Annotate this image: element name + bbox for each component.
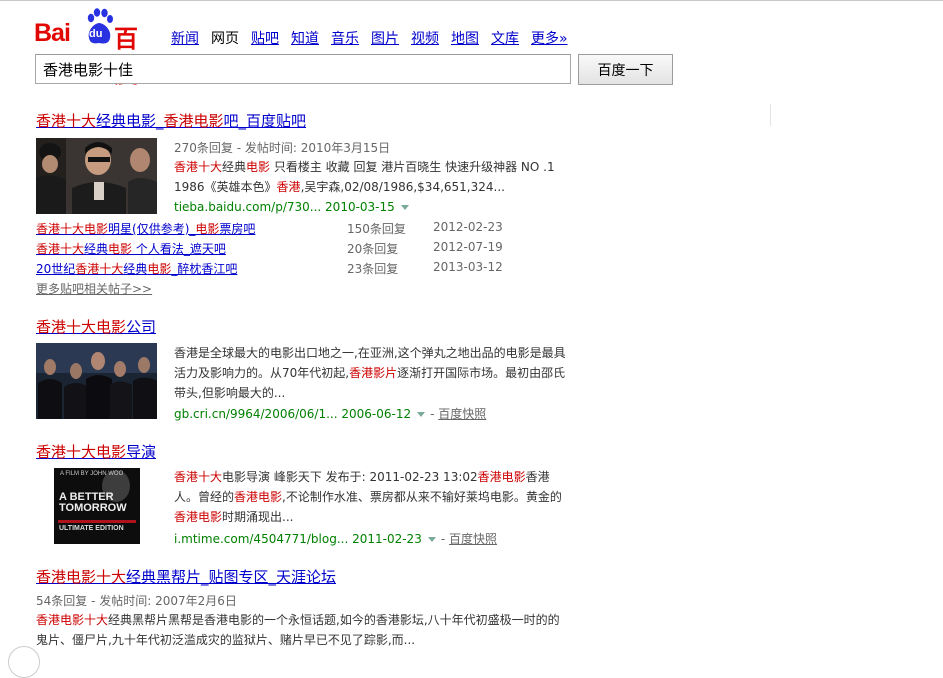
poster-edition: ULTIMATE EDITION bbox=[59, 525, 124, 532]
more-tieba-link[interactable]: 更多贴吧相关帖子>> bbox=[36, 280, 152, 297]
nav-wenku[interactable]: 文库 bbox=[491, 28, 519, 48]
logo-badge: du bbox=[89, 28, 103, 40]
cache-link[interactable]: 百度快照 bbox=[438, 407, 486, 421]
result-meta: 54条回复 - 发帖时间: 2007年2月6日 bbox=[36, 594, 237, 608]
reply-count: 20条回复 bbox=[347, 242, 399, 256]
nav-tieba[interactable]: 贴吧 bbox=[251, 28, 279, 48]
dropdown-arrow-icon[interactable] bbox=[417, 411, 426, 417]
sub-result-link[interactable]: 香港十大经典电影 个人看法_遮天吧 bbox=[36, 240, 226, 257]
poster-title-2: TOMORROW bbox=[59, 502, 127, 514]
result-title[interactable]: 香港十大电影导演 bbox=[36, 441, 156, 462]
result-snippet: 香港十大经典电影 只看楼主 收藏 回复 港片百晓生 快速升级神器 NO .1 1… bbox=[174, 160, 555, 194]
top-border bbox=[0, 0, 943, 1]
result-thumbnail[interactable] bbox=[36, 343, 157, 419]
nav-news[interactable]: 新闻 bbox=[171, 28, 199, 48]
result-meta: 270条回复 - 发帖时间: 2010年3月15日 bbox=[174, 141, 391, 155]
nav-images[interactable]: 图片 bbox=[371, 28, 399, 48]
result-snippet: 香港电影十大经典黑帮片黑帮是香港电影的一个永恒话题,如今的香港影坛,八十年代初盛… bbox=[36, 613, 560, 647]
dropdown-arrow-icon[interactable] bbox=[400, 204, 409, 210]
logo-latin: Bai bbox=[34, 19, 71, 47]
baidu-logo[interactable]: Bai du 百度 bbox=[34, 8, 156, 88]
result-title[interactable]: 香港电影十大经典黑帮片_贴图专区_天涯论坛 bbox=[36, 566, 336, 587]
nav-web: 网页 bbox=[211, 31, 239, 47]
post-date: 2012-02-23 bbox=[433, 220, 503, 234]
search-input[interactable] bbox=[35, 54, 571, 84]
nav-more[interactable]: 更多» bbox=[531, 28, 568, 48]
result-snippet: 香港是全球最大的电影出口地之一,在亚洲,这个弹丸之地出品的电影是最具活力及影响力… bbox=[174, 346, 566, 400]
search-button[interactable]: 百度一下 bbox=[578, 54, 673, 85]
result-title[interactable]: 香港十大电影公司 bbox=[36, 316, 156, 337]
post-date: 2012-07-19 bbox=[433, 240, 503, 254]
result-snippet: 香港十大电影导演 峰影天下 发布于: 2011-02-23 13:02香港电影香… bbox=[174, 470, 562, 524]
scroll-widget-icon[interactable] bbox=[8, 646, 40, 678]
sub-result-link[interactable]: 香港十大电影明星(仅供参考)_电影票房吧 bbox=[36, 220, 255, 237]
divider bbox=[770, 104, 771, 126]
nav-map[interactable]: 地图 bbox=[451, 28, 479, 48]
sub-result-link[interactable]: 20世纪香港十大经典电影_醉枕香江吧 bbox=[36, 260, 237, 277]
nav-music[interactable]: 音乐 bbox=[331, 28, 359, 48]
result-thumbnail[interactable]: A FILM BY JOHN WOO A BETTER TOMORROW ULT… bbox=[54, 468, 140, 544]
result-url: tieba.baidu.com/p/730... 2010-03-15 bbox=[174, 200, 414, 214]
poster-byline: A FILM BY JOHN WOO bbox=[60, 471, 124, 477]
result-title[interactable]: 香港十大经典电影_香港电影吧_百度贴吧 bbox=[36, 110, 306, 131]
post-date: 2013-03-12 bbox=[433, 260, 503, 274]
dropdown-arrow-icon[interactable] bbox=[427, 536, 436, 542]
result-thumbnail[interactable] bbox=[36, 138, 157, 214]
result-url: i.mtime.com/4504771/blog... 2011-02-23- … bbox=[174, 532, 497, 546]
result-url: gb.cri.cn/9964/2006/06/1... 2006-06-12- … bbox=[174, 407, 487, 421]
reply-count: 23条回复 bbox=[347, 262, 399, 276]
paw-icon bbox=[87, 8, 113, 44]
reply-count: 150条回复 bbox=[347, 222, 406, 236]
nav-video[interactable]: 视频 bbox=[411, 28, 439, 48]
top-nav: 新闻 网页 贴吧 知道 音乐 图片 视频 地图 文库 更多» bbox=[171, 28, 568, 48]
cache-link[interactable]: 百度快照 bbox=[449, 532, 497, 546]
nav-zhidao[interactable]: 知道 bbox=[291, 28, 319, 48]
